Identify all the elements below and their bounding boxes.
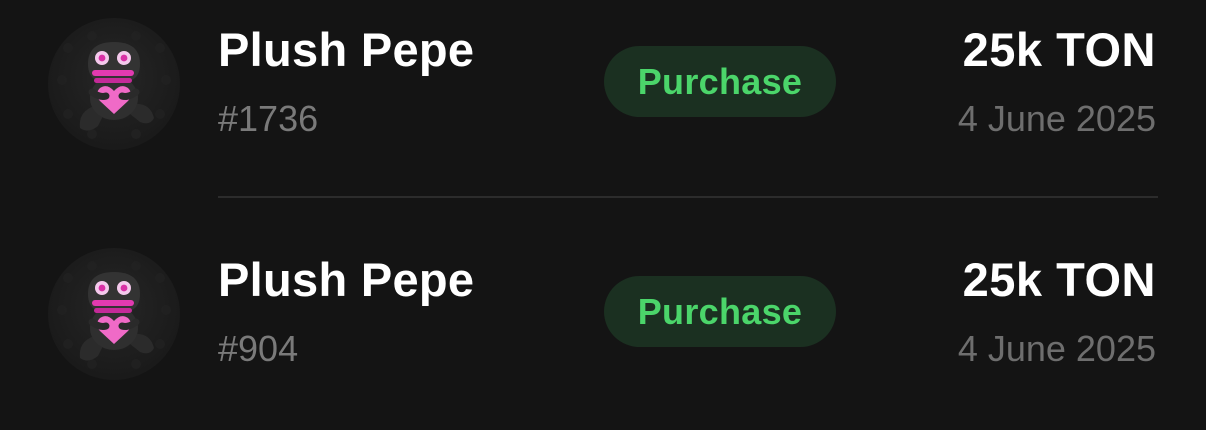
item-price: 25k TON <box>962 253 1156 306</box>
item-title: Plush Pepe <box>218 253 475 306</box>
item-date: 4 June 2025 <box>957 98 1156 139</box>
divider <box>218 196 1158 198</box>
purchase-badge[interactable]: Purchase <box>604 276 836 347</box>
list-item[interactable]: Plush Pepe #1736 Purchase 25k TON 4 June… <box>0 0 1206 200</box>
item-price: 25k TON <box>962 23 1156 76</box>
item-number: #904 <box>218 328 299 369</box>
item-title: Plush Pepe <box>218 23 475 76</box>
list-item[interactable]: Plush Pepe #904 Purchase 25k TON 4 June … <box>0 230 1206 430</box>
item-number: #1736 <box>218 98 319 139</box>
plush-pepe-icon <box>48 248 180 380</box>
purchase-badge[interactable]: Purchase <box>604 46 836 117</box>
plush-pepe-icon <box>48 18 180 150</box>
item-date: 4 June 2025 <box>957 328 1156 369</box>
gift-history-list: Plush Pepe #1736 Purchase 25k TON 4 June… <box>0 0 1206 422</box>
